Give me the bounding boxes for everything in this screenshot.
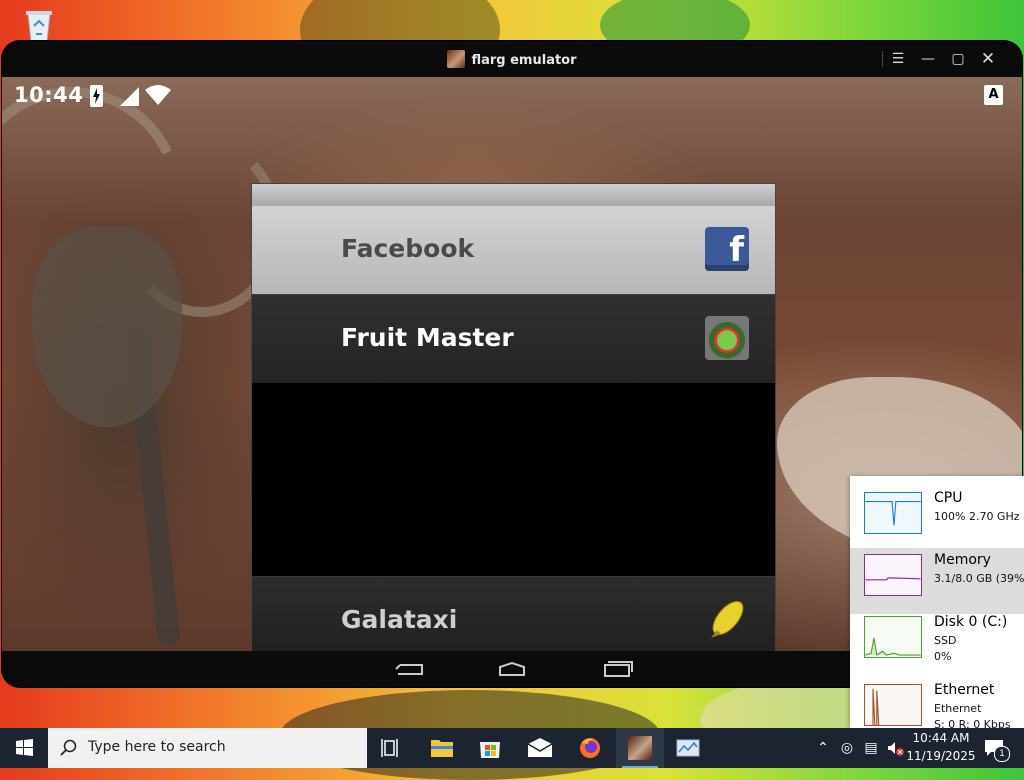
file-explorer-icon[interactable]	[418, 728, 466, 768]
flarg-emulator-icon	[447, 50, 466, 68]
firefox-icon[interactable]	[566, 728, 614, 768]
home-icon[interactable]	[492, 657, 532, 681]
perf-item-memory[interactable]: Memory 3.1/8.0 GB (39%)	[850, 548, 1024, 614]
window-title: flarg emulator	[2, 50, 1022, 68]
taskbar-search-box[interactable]: Type here to search	[48, 728, 367, 768]
clock-time[interactable]: 10:44 AM	[910, 731, 972, 745]
meet-now-icon[interactable]: ◎	[838, 739, 856, 757]
disk-graph	[864, 616, 922, 658]
list-item-galataxi[interactable]: Galataxi	[252, 576, 775, 651]
cell-signal-icon	[120, 87, 139, 106]
titlebar-separator	[882, 51, 883, 67]
perf-item-cpu[interactable]: CPU 100% 2.70 GHz	[850, 486, 1024, 552]
search-placeholder: Type here to search	[88, 739, 226, 755]
flarg-emulator-icon	[628, 736, 652, 760]
fruit-master-icon	[705, 316, 749, 360]
volume-muted-icon[interactable]	[886, 739, 904, 757]
close-icon[interactable]: ✕	[976, 47, 1000, 71]
clock-date[interactable]: 11/19/2025	[906, 749, 976, 763]
recents-icon[interactable]	[596, 657, 636, 681]
app-name: Fruit Master	[341, 323, 514, 352]
store-icon[interactable]	[466, 728, 514, 768]
app-list-panel: Facebook f Fruit Master Galataxi	[251, 183, 776, 651]
task-view-icon[interactable]	[368, 728, 416, 768]
perf-detail: 3.1/8.0 GB (39%)	[934, 572, 1024, 585]
windows-start-icon[interactable]	[0, 728, 48, 768]
perf-item-disk[interactable]: Disk 0 (C:) SSD 0%	[850, 610, 1024, 676]
perf-detail: SSD	[934, 634, 957, 647]
memory-graph	[864, 554, 922, 596]
keyboard-indicator: A	[984, 85, 1003, 105]
window-title-text: flarg emulator	[471, 53, 577, 68]
taskbar: Type here to search ⌃ ◎ ▤ 10:44 AM 11/19…	[0, 728, 1024, 768]
maximize-icon[interactable]: ▢	[946, 47, 970, 71]
perf-detail: 0%	[934, 650, 952, 663]
list-item-facebook[interactable]: Facebook f	[252, 206, 775, 294]
app-name: Galataxi	[341, 605, 458, 634]
perf-title: CPU	[934, 490, 963, 506]
list-top-edge	[252, 184, 775, 206]
facebook-icon: f	[705, 227, 749, 271]
recycle-bin-icon[interactable]	[22, 8, 56, 44]
status-clock: 10:44	[14, 83, 84, 107]
perf-title: Ethernet	[934, 682, 995, 698]
cpu-graph	[864, 492, 922, 534]
performance-widget: CPU 100% 2.70 GHz Memory 3.1/8.0 GB (39%…	[850, 476, 1024, 728]
perf-detail: S: 0 R: 0 Kbps	[934, 718, 1011, 728]
back-icon[interactable]	[388, 657, 428, 681]
resource-monitor-icon[interactable]	[664, 728, 712, 768]
wifi-icon	[145, 85, 171, 105]
perf-item-ethernet[interactable]: Ethernet Ethernet S: 0 R: 0 Kbps	[850, 678, 1024, 728]
battery-charging-icon	[90, 85, 103, 107]
notification-center-button[interactable]: 1	[980, 734, 1010, 762]
perf-title: Memory	[934, 552, 991, 568]
emulator-titlebar[interactable]: flarg emulator ☰ — ▢ ✕	[2, 41, 1022, 77]
list-item-fruit-master[interactable]: Fruit Master	[252, 294, 775, 383]
perf-detail: 100% 2.70 GHz	[934, 510, 1020, 523]
perf-title: Disk 0 (C:)	[934, 614, 1008, 630]
android-status-bar: 10:44 A	[2, 77, 1022, 117]
app-name: Facebook	[341, 234, 475, 263]
search-icon	[60, 739, 77, 756]
network-icon[interactable]: ▤	[862, 739, 880, 757]
ethernet-graph	[864, 684, 922, 726]
chevron-up-icon[interactable]: ⌃	[814, 739, 832, 757]
flarg-emulator-taskbar-button[interactable]	[616, 728, 664, 768]
wallpaper-creature-body	[32, 227, 182, 427]
notification-badge: 1	[994, 746, 1010, 762]
minimize-icon[interactable]: —	[916, 47, 940, 71]
galataxi-icon	[711, 600, 744, 638]
menu-icon[interactable]: ☰	[886, 47, 910, 71]
perf-detail: Ethernet	[934, 702, 982, 715]
mail-icon[interactable]	[516, 728, 564, 768]
